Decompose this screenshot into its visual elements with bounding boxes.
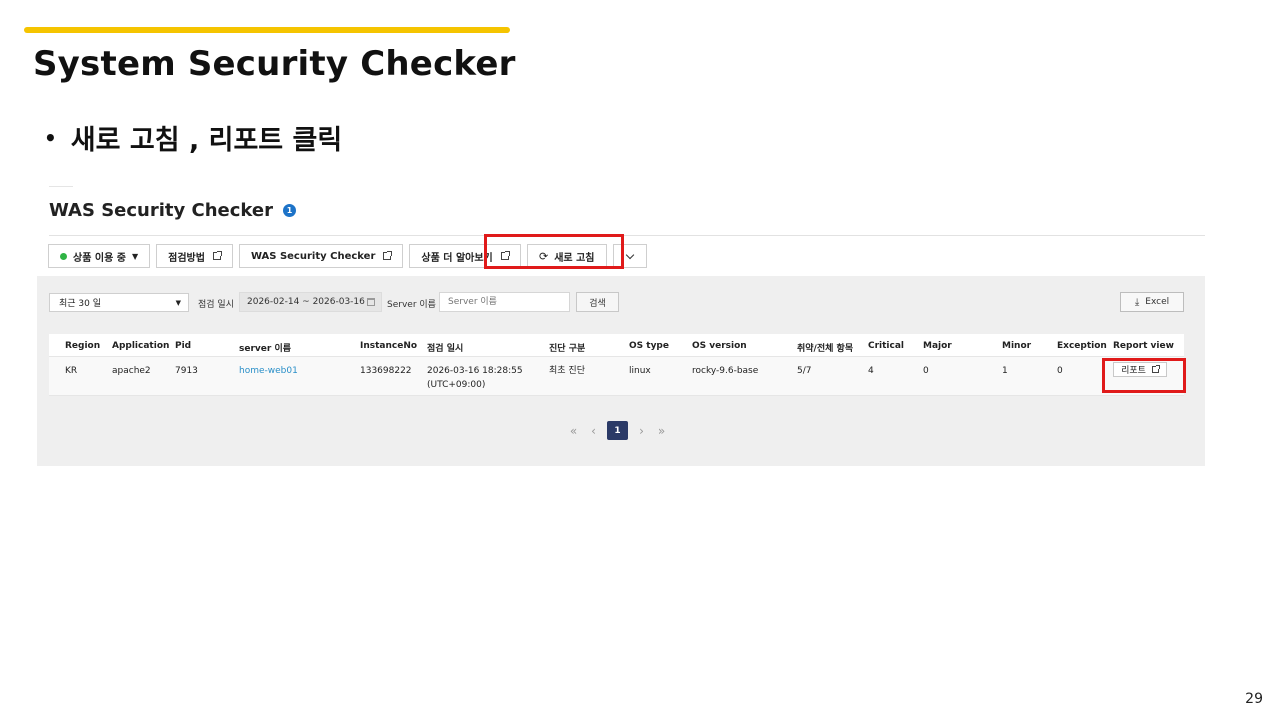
table-row: KR apache2 7913 home-web01 133698222 202… <box>49 357 1184 396</box>
cell-minor: 1 <box>1002 366 1008 376</box>
learn-more-label: 상품 더 알아보기 <box>421 252 493 264</box>
instruction-text: 새로 고침 , 리포트 클릭 <box>70 125 343 156</box>
header-diag: 진단 구분 <box>549 344 586 354</box>
cell-date-timezone: (UTC+09:00) <box>427 380 486 390</box>
prev-page-icon[interactable]: ‹ <box>587 424 600 438</box>
cell-major: 0 <box>923 366 929 376</box>
header-vuln: 취약/전체 항목 <box>797 344 854 354</box>
period-value: 최근 30 일 <box>59 299 102 309</box>
download-icon: ⤓ <box>1134 296 1140 308</box>
header-critical: Critical <box>868 341 905 351</box>
header-instance: InstanceNo <box>360 341 418 351</box>
external-link-icon <box>383 251 393 260</box>
excel-label: Excel <box>1145 297 1170 307</box>
bullet-dot-icon: • <box>44 125 57 150</box>
table-header: Region Application Pid server 이름 Instanc… <box>49 334 1184 357</box>
top-divider <box>49 186 73 187</box>
status-dot-icon <box>60 252 67 260</box>
server-search-input[interactable] <box>439 292 570 312</box>
date-label: 점검 일시 <box>198 300 234 310</box>
title-accent-bar <box>24 27 510 33</box>
page-title-text: WAS Security Checker <box>49 200 273 221</box>
header-os-version: OS version <box>692 341 747 351</box>
cell-exception: 0 <box>1057 366 1063 376</box>
cell-pid: 7913 <box>175 366 198 376</box>
date-range-field[interactable]: 2026-02-14 ~ 2026-03-16 <box>239 292 382 312</box>
last-page-icon[interactable]: » <box>655 424 668 438</box>
header-region: Region <box>65 341 101 351</box>
title-divider <box>49 235 1205 236</box>
cell-os-version: rocky-9.6-base <box>692 366 759 376</box>
cell-os-type: linux <box>629 366 651 376</box>
server-label: Server 이름 <box>387 300 436 310</box>
refresh-highlight-box <box>484 234 624 269</box>
calendar-icon <box>367 298 375 306</box>
cell-application: apache2 <box>112 366 151 376</box>
status-label: 상품 이용 중 <box>73 252 126 264</box>
header-minor: Minor <box>1002 341 1032 351</box>
current-page-button[interactable]: 1 <box>607 421 628 440</box>
cell-date-time: 2026-03-16 18:28:55 <box>427 366 523 376</box>
header-date: 점검 일시 <box>427 344 464 354</box>
guide-label: 점검방법 <box>168 252 205 264</box>
cell-critical: 4 <box>868 366 874 376</box>
caret-down-icon: ▼ <box>131 251 139 261</box>
next-page-icon[interactable]: › <box>635 424 648 438</box>
cell-vuln: 5/7 <box>797 366 812 376</box>
header-application: Application <box>112 341 170 351</box>
header-report: Report view <box>1113 341 1174 351</box>
cell-diag: 최초 진단 <box>549 366 585 376</box>
excel-download-button[interactable]: ⤓ Excel <box>1120 292 1184 312</box>
status-dropdown-button[interactable]: 상품 이용 중 ▼ <box>48 244 151 268</box>
app-screenshot: WAS Security Checker 1 상품 이용 중 ▼ 점검방법 WA… <box>37 186 1205 466</box>
cell-instance: 133698222 <box>360 366 412 376</box>
header-os-type: OS type <box>629 341 669 351</box>
cell-date: 2026-03-16 18:28:55 (UTC+09:00) <box>427 364 523 392</box>
date-range-value: 2026-02-14 ~ 2026-03-16 <box>247 297 365 307</box>
instruction-bullet: • 새로 고침 , 리포트 클릭 <box>44 118 342 157</box>
slide-title: System Security Checker <box>33 44 516 84</box>
results-table: Region Application Pid server 이름 Instanc… <box>49 334 1184 396</box>
was-checker-label: WAS Security Checker <box>250 250 376 262</box>
chevron-down-icon <box>625 250 635 259</box>
was-checker-link-button[interactable]: WAS Security Checker <box>238 244 404 268</box>
search-button[interactable]: 검색 <box>576 292 619 312</box>
caret-down-icon: ▼ <box>175 298 181 307</box>
first-page-icon[interactable]: « <box>567 424 580 438</box>
info-badge-icon[interactable]: 1 <box>283 204 296 217</box>
external-link-icon <box>212 251 222 260</box>
cell-region: KR <box>65 366 78 376</box>
guide-link-button[interactable]: 점검방법 <box>156 244 233 268</box>
header-exception: Exception <box>1057 341 1107 351</box>
period-select[interactable]: 최근 30 일 ▼ <box>49 293 189 312</box>
header-pid: Pid <box>175 341 192 351</box>
page-title: WAS Security Checker 1 <box>49 200 296 221</box>
header-major: Major <box>923 341 952 351</box>
page-number: 29 <box>1245 691 1263 707</box>
report-highlight-box <box>1102 358 1186 393</box>
header-server: server 이름 <box>239 344 292 354</box>
server-name-link[interactable]: home-web01 <box>239 364 298 378</box>
pagination: « ‹ 1 › » <box>567 421 668 440</box>
